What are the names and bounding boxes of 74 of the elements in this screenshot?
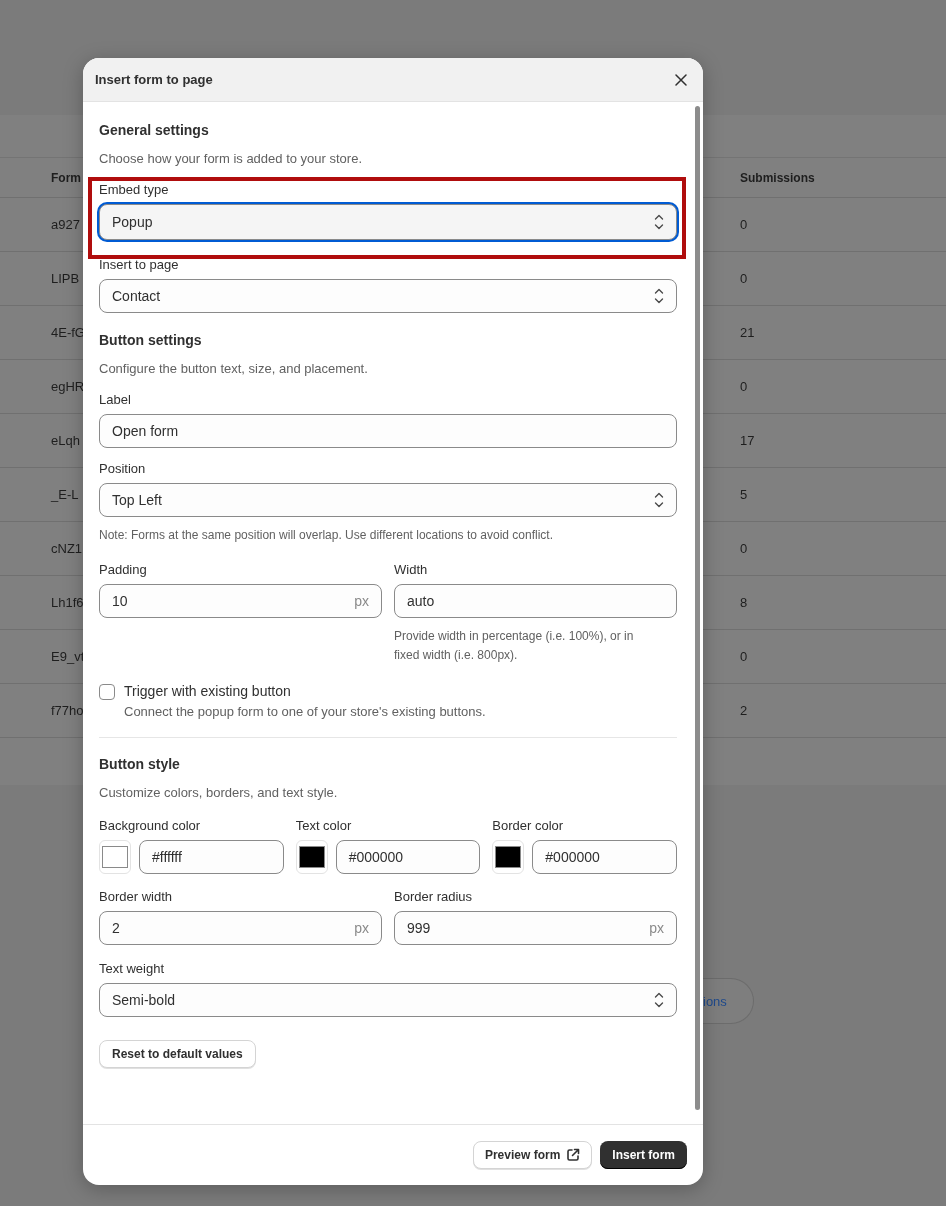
field-help: Provide width in percentage (i.e. 100%), or in fixed width (i.e. 800px).	[394, 628, 635, 664]
unit-label: px	[354, 593, 369, 609]
field-label: Border radius	[394, 889, 474, 904]
field-label: Padding	[99, 562, 148, 577]
chevron-up-down-icon	[654, 992, 664, 1008]
color-input[interactable]: #000000	[532, 840, 677, 874]
chevron-up-down-icon	[654, 288, 664, 304]
field-label: Width	[394, 562, 429, 577]
table-cell: 2	[740, 703, 748, 718]
field-label: Border width	[99, 889, 173, 904]
field-label: Border color	[492, 818, 565, 833]
field-label: Text weight	[99, 961, 166, 976]
column-header: Form	[51, 170, 81, 185]
embed-type-select[interactable]: Popup	[99, 204, 677, 240]
close-icon	[675, 73, 687, 86]
label-input[interactable]: Open form	[99, 414, 677, 448]
table-cell: 0	[740, 541, 748, 556]
table-cell: 0	[740, 217, 748, 232]
color-input[interactable]: #ffffff	[139, 840, 284, 874]
field-label: Label	[99, 392, 132, 407]
section-description: Choose how your form is added to your store.	[99, 151, 364, 166]
field-label: Embed type	[99, 182, 170, 197]
unit-label: px	[354, 920, 369, 936]
field-label: Insert to page	[99, 257, 180, 272]
table-cell: _E-L	[51, 487, 79, 502]
checkbox[interactable]	[99, 684, 115, 700]
field-label: Background color	[99, 818, 202, 833]
field-note: Note: Forms at the same position will overlap. Use different locations to avoid conflict.	[99, 527, 554, 544]
external-link-icon	[566, 1148, 581, 1162]
border-radius-input[interactable]: 999 px	[394, 911, 677, 945]
table-cell: cNZ1	[51, 541, 83, 556]
table-cell: eLqh	[51, 433, 80, 448]
chevron-up-down-icon	[654, 214, 664, 230]
table-cell: LIPB	[51, 271, 80, 286]
table-cell: 17	[740, 433, 755, 448]
color-swatch[interactable]	[99, 840, 131, 874]
field-label: Position	[99, 461, 147, 476]
table-cell: 5	[740, 487, 748, 502]
checkbox-description: Connect the popup form to one of your store's existing buttons.	[124, 704, 486, 719]
section-heading: General settings	[99, 122, 210, 138]
table-cell: 21	[740, 325, 755, 340]
reset-button[interactable]: Reset to default values	[99, 1040, 256, 1068]
page-select[interactable]: Contact	[99, 279, 677, 313]
section-description: Configure the button text, size, and placement.	[99, 361, 369, 376]
position-select[interactable]: Top Left	[99, 483, 677, 517]
section-description: Customize colors, borders, and text style.	[99, 785, 339, 800]
table-cell: a927	[51, 217, 80, 232]
table-cell: f77ho	[51, 703, 84, 718]
table-cell: 0	[740, 649, 748, 664]
table-cell: 4E-fG	[51, 325, 85, 340]
border-width-input[interactable]: 2 px	[99, 911, 382, 945]
column-header: Submissions	[740, 170, 815, 185]
color-swatch[interactable]	[295, 840, 328, 874]
color-input[interactable]: #000000	[335, 840, 481, 874]
table-cell: Lh1f6	[51, 595, 84, 610]
unit-label: px	[649, 920, 664, 936]
field-label: Text color	[295, 818, 353, 833]
chevron-up-down-icon	[654, 492, 664, 508]
table-cell: 0	[740, 271, 748, 286]
width-input[interactable]: auto	[394, 584, 677, 618]
section-heading: Button settings	[99, 332, 203, 348]
text-weight-select[interactable]: Semi-bold	[99, 983, 677, 1017]
table-cell: 8	[740, 595, 748, 610]
dialog-title: Insert form to page	[95, 72, 213, 87]
insert-button[interactable]: Insert form	[600, 1141, 687, 1169]
padding-input[interactable]: 10 px	[99, 584, 382, 618]
scrollbar[interactable]	[695, 106, 700, 1110]
preview-button[interactable]: Preview form	[472, 1141, 593, 1169]
color-swatch[interactable]	[492, 840, 525, 874]
section-heading: Button style	[99, 756, 181, 772]
table-cell: egHR	[51, 379, 85, 394]
checkbox-label: Trigger with existing button	[124, 683, 292, 699]
table-cell: 0	[740, 379, 748, 394]
table-cell: E9_vt	[51, 649, 85, 664]
